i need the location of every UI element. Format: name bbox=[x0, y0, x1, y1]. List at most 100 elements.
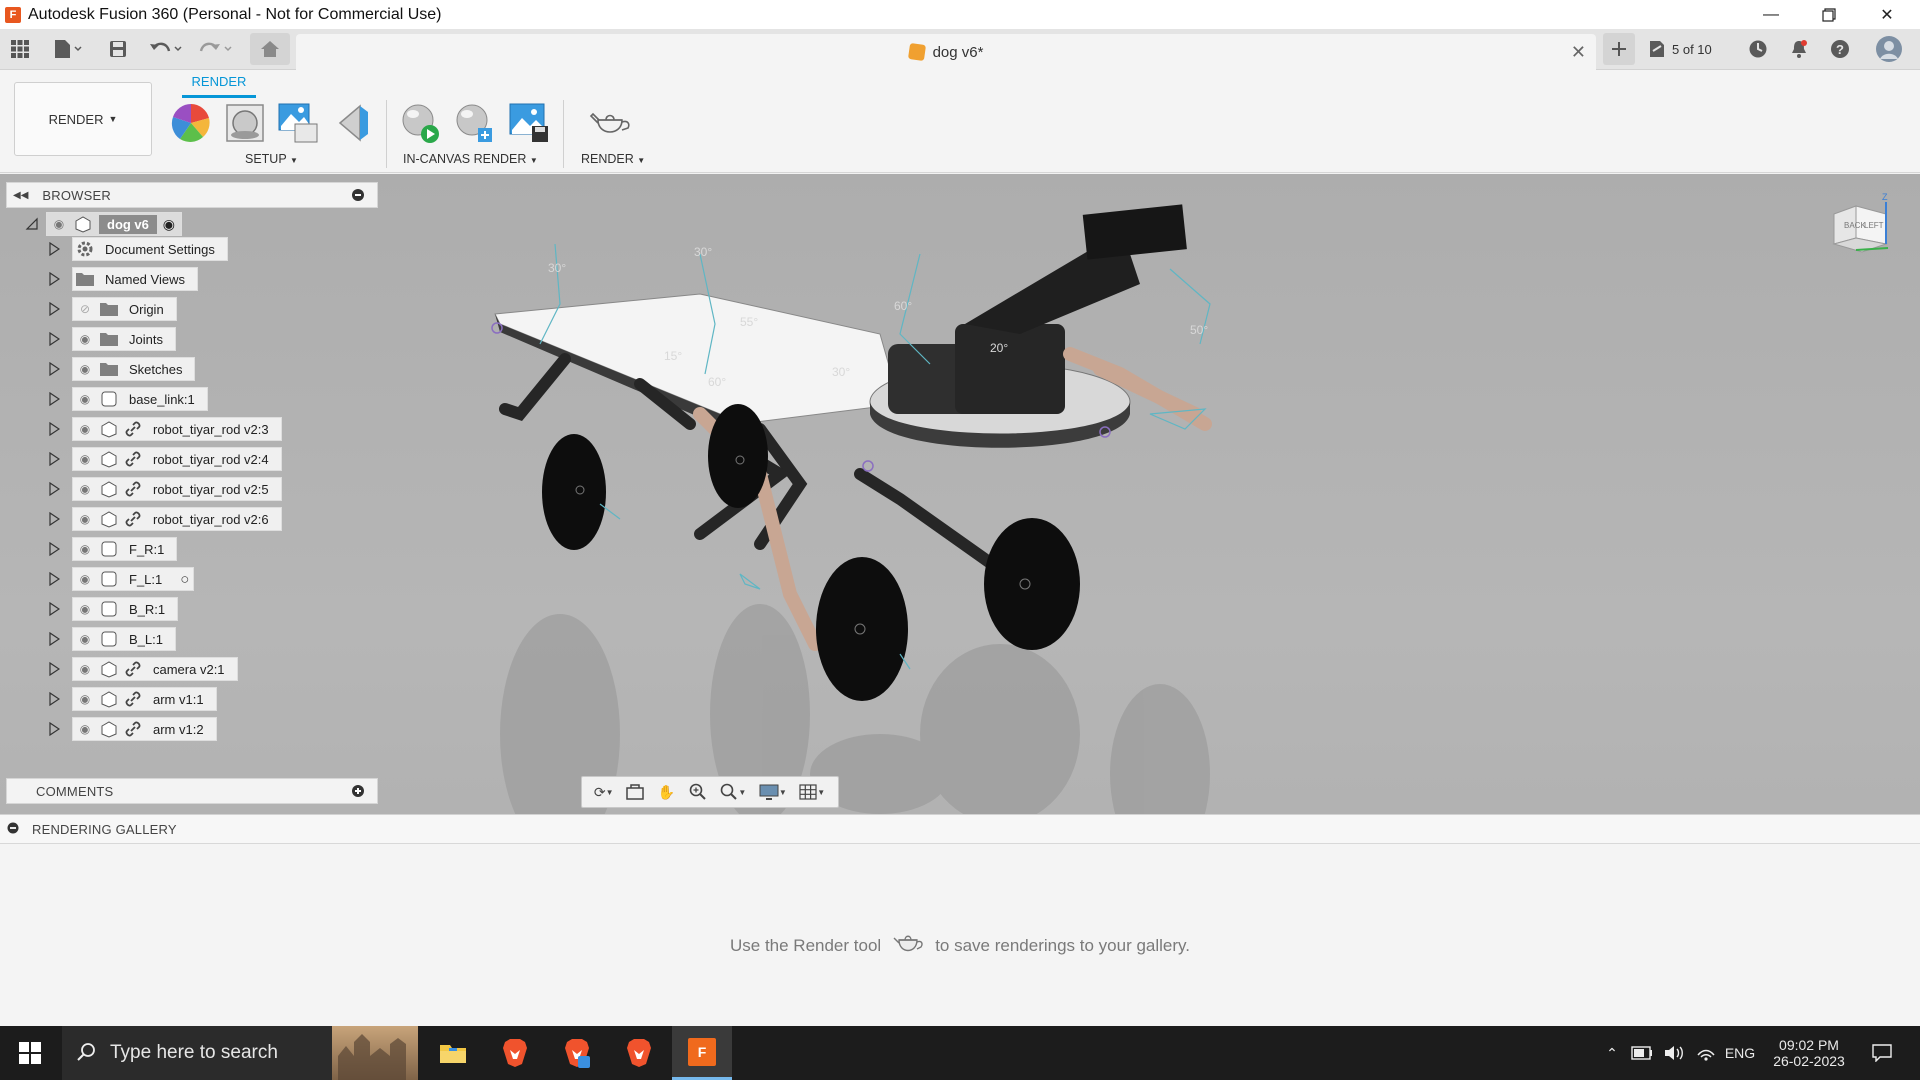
notifications-bell-icon[interactable] bbox=[1787, 37, 1811, 61]
tree-item-document-settings[interactable]: Document Settings bbox=[46, 237, 228, 261]
in-canvas-render-icon[interactable] bbox=[398, 102, 440, 144]
expand-triangle-icon[interactable] bbox=[46, 361, 62, 377]
tree-root-row[interactable]: ◉ dog v6 ◉ bbox=[24, 212, 182, 236]
expand-triangle-icon[interactable] bbox=[46, 481, 62, 497]
expand-triangle-icon[interactable] bbox=[46, 721, 62, 737]
visibility-eye-icon[interactable]: ◉ bbox=[73, 692, 97, 706]
expand-triangle-icon[interactable] bbox=[46, 331, 62, 347]
visibility-eye-icon[interactable]: ◉ bbox=[73, 572, 97, 586]
expand-triangle-icon[interactable] bbox=[46, 691, 62, 707]
workspace-switcher[interactable]: RENDER ▼ bbox=[14, 82, 152, 156]
expand-triangle-icon[interactable] bbox=[46, 241, 62, 257]
minimize-button[interactable]: — bbox=[1742, 0, 1800, 29]
taskbar-search[interactable]: Type here to search bbox=[62, 1026, 418, 1080]
tree-item-arm-1[interactable]: ◉ arm v1:1 bbox=[46, 687, 217, 711]
rendering-gallery-header[interactable]: RENDERING GALLERY bbox=[0, 814, 1920, 844]
decal-icon[interactable] bbox=[334, 102, 376, 144]
document-tab[interactable]: dog v6* ✕ bbox=[296, 34, 1596, 70]
browser-header[interactable]: ◀◀ BROWSER bbox=[6, 182, 378, 208]
expand-triangle-icon[interactable] bbox=[46, 511, 62, 527]
tab-render[interactable]: RENDER bbox=[182, 74, 256, 98]
setup-group-label[interactable]: SETUP ▼ bbox=[245, 152, 298, 166]
expand-triangle-icon[interactable] bbox=[46, 601, 62, 617]
visibility-eye-icon[interactable]: ◉ bbox=[73, 332, 97, 346]
volume-icon[interactable] bbox=[1660, 1026, 1688, 1080]
activate-radio-icon[interactable]: ○ bbox=[180, 571, 189, 588]
tree-item-b-r[interactable]: ◉ B_R:1 bbox=[46, 597, 179, 621]
brave-browser-icon-2[interactable] bbox=[547, 1026, 607, 1080]
orbit-icon[interactable]: ⟳ ▼ bbox=[591, 781, 617, 803]
redo-icon[interactable] bbox=[196, 37, 236, 61]
tree-item-rod-5[interactable]: ◉ robot_tiyar_rod v2:5 bbox=[46, 477, 282, 501]
render-teapot-icon[interactable] bbox=[588, 102, 630, 144]
data-panel-grid-icon[interactable] bbox=[8, 37, 32, 61]
version-indicator[interactable]: 5 of 10 bbox=[1648, 37, 1724, 61]
home-icon[interactable] bbox=[250, 33, 290, 65]
clock[interactable]: 09:02 PM 26-02-2023 bbox=[1764, 1026, 1854, 1080]
visibility-eye-icon[interactable]: ◉ bbox=[73, 452, 97, 466]
tree-item-arm-2[interactable]: ◉ arm v1:2 bbox=[46, 717, 217, 741]
render-group-label[interactable]: RENDER ▼ bbox=[581, 152, 645, 166]
visibility-eye-icon[interactable]: ◉ bbox=[73, 362, 97, 376]
visibility-eye-icon[interactable]: ◉ bbox=[73, 422, 97, 436]
undo-icon[interactable] bbox=[146, 37, 186, 61]
new-tab-icon[interactable] bbox=[1603, 33, 1635, 65]
show-hidden-icons-chevron-icon[interactable]: ⌃ bbox=[1600, 1026, 1624, 1080]
expand-triangle-icon[interactable] bbox=[46, 391, 62, 407]
visibility-eye-icon[interactable]: ◉ bbox=[73, 392, 97, 406]
collapse-gallery-icon[interactable] bbox=[7, 822, 19, 837]
scene-settings-icon[interactable] bbox=[224, 102, 266, 144]
look-at-icon[interactable] bbox=[622, 781, 648, 803]
tree-item-rod-4[interactable]: ◉ robot_tiyar_rod v2:4 bbox=[46, 447, 282, 471]
tree-item-rod-6[interactable]: ◉ robot_tiyar_rod v2:6 bbox=[46, 507, 282, 531]
file-explorer-icon[interactable] bbox=[423, 1026, 483, 1080]
expand-triangle-icon[interactable] bbox=[46, 271, 62, 287]
collapse-triangle-icon[interactable] bbox=[24, 216, 40, 232]
user-avatar[interactable] bbox=[1874, 35, 1904, 63]
visibility-eye-icon[interactable]: ◉ bbox=[73, 482, 97, 496]
visibility-eye-icon[interactable]: ◉ bbox=[73, 512, 97, 526]
pan-hand-icon[interactable]: ✋ bbox=[654, 781, 680, 803]
expand-triangle-icon[interactable] bbox=[46, 571, 62, 587]
tree-item-camera[interactable]: ◉ camera v2:1 bbox=[46, 657, 238, 681]
expand-triangle-icon[interactable] bbox=[46, 451, 62, 467]
visibility-eye-icon[interactable]: ◉ bbox=[73, 542, 97, 556]
collapse-panel-icon[interactable]: ◀◀ bbox=[13, 190, 28, 201]
display-settings-icon[interactable]: ▼ bbox=[756, 781, 790, 803]
battery-icon[interactable] bbox=[1628, 1026, 1656, 1080]
texture-map-controls-icon[interactable] bbox=[277, 102, 319, 144]
tree-item-b-l[interactable]: ◉ B_L:1 bbox=[46, 627, 176, 651]
capture-image-icon[interactable] bbox=[508, 102, 550, 144]
visibility-eye-icon[interactable]: ◉ bbox=[73, 722, 97, 736]
visibility-eye-icon[interactable]: ◉ bbox=[73, 632, 97, 646]
close-tab-icon[interactable]: ✕ bbox=[1571, 42, 1586, 63]
appearance-icon[interactable] bbox=[170, 102, 212, 144]
zoom-icon[interactable] bbox=[685, 781, 711, 803]
tree-item-rod-3[interactable]: ◉ robot_tiyar_rod v2:3 bbox=[46, 417, 282, 441]
brave-browser-icon[interactable] bbox=[485, 1026, 545, 1080]
add-comment-icon[interactable] bbox=[351, 784, 365, 801]
canvas-viewport[interactable]: 30° 30° 55° 60° 30° 60° 15° 20° 50° ◀◀ B… bbox=[0, 174, 1920, 814]
visibility-eye-icon[interactable]: ◉ bbox=[73, 602, 97, 616]
expand-triangle-icon[interactable] bbox=[46, 541, 62, 557]
tree-item-base-link[interactable]: ◉ base_link:1 bbox=[46, 387, 208, 411]
hidden-eye-icon[interactable]: ⊘ bbox=[73, 302, 97, 316]
job-status-clock-icon[interactable] bbox=[1746, 37, 1770, 61]
in-canvas-render-settings-icon[interactable] bbox=[452, 102, 494, 144]
start-windows-icon[interactable] bbox=[0, 1026, 60, 1080]
expand-triangle-icon[interactable] bbox=[46, 631, 62, 647]
tree-item-f-r[interactable]: ◉ F_R:1 bbox=[46, 537, 178, 561]
tree-item-named-views[interactable]: Named Views bbox=[46, 267, 198, 291]
tree-item-origin[interactable]: ⊘ Origin bbox=[46, 297, 177, 321]
brave-browser-icon-3[interactable] bbox=[609, 1026, 669, 1080]
file-menu-icon[interactable] bbox=[48, 37, 88, 61]
close-window-button[interactable]: ✕ bbox=[1858, 0, 1916, 29]
expand-triangle-icon[interactable] bbox=[46, 301, 62, 317]
restore-button[interactable] bbox=[1800, 0, 1858, 29]
visibility-eye-icon[interactable]: ◉ bbox=[47, 217, 71, 231]
language-indicator[interactable]: ENG bbox=[1722, 1026, 1758, 1080]
save-icon[interactable] bbox=[106, 37, 130, 61]
fit-zoom-icon[interactable]: ▼ bbox=[716, 781, 750, 803]
in-canvas-render-group-label[interactable]: IN-CANVAS RENDER ▼ bbox=[403, 152, 538, 166]
comments-panel[interactable]: COMMENTS bbox=[6, 778, 378, 804]
